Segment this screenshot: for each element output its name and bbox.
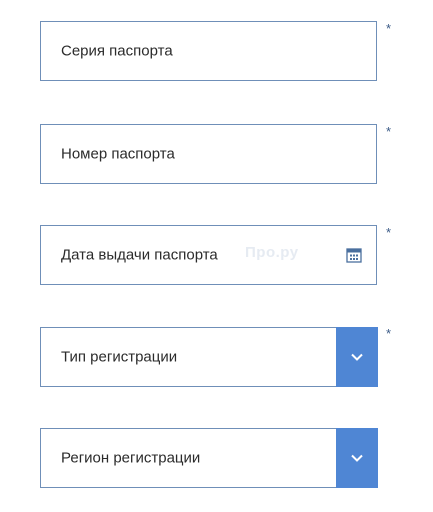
registration-type-dropdown-button[interactable]	[335, 326, 378, 387]
passport-series-placeholder: Серия паспорта	[61, 42, 173, 60]
registration-region-dropdown-button[interactable]	[335, 427, 378, 488]
passport-number-required-mark: *	[386, 124, 392, 139]
registration-region-select[interactable]: Регион регистрации	[40, 427, 378, 488]
registration-type-placeholder: Тип регистрации	[61, 348, 178, 366]
passport-number-placeholder: Номер паспорта	[61, 145, 175, 163]
registration-region-placeholder: Регион регистрации	[61, 449, 201, 467]
calendar-icon[interactable]	[346, 247, 362, 263]
chevron-down-icon	[350, 454, 363, 462]
passport-registration-form: Серия паспорта * Номер паспорта * Дата в…	[0, 0, 433, 512]
passport-issue-date-required-mark: *	[386, 225, 392, 240]
passport-issue-date-field[interactable]: Дата выдачи паспорта	[40, 225, 377, 285]
passport-issue-date-placeholder: Дата выдачи паспорта	[61, 246, 218, 264]
passport-series-field[interactable]: Серия паспорта	[40, 21, 377, 81]
passport-series-required-mark: *	[386, 21, 392, 36]
registration-type-select[interactable]: Тип регистрации	[40, 326, 378, 387]
registration-type-required-mark: *	[386, 326, 392, 341]
passport-number-field[interactable]: Номер паспорта	[40, 124, 377, 184]
chevron-down-icon	[350, 353, 363, 361]
